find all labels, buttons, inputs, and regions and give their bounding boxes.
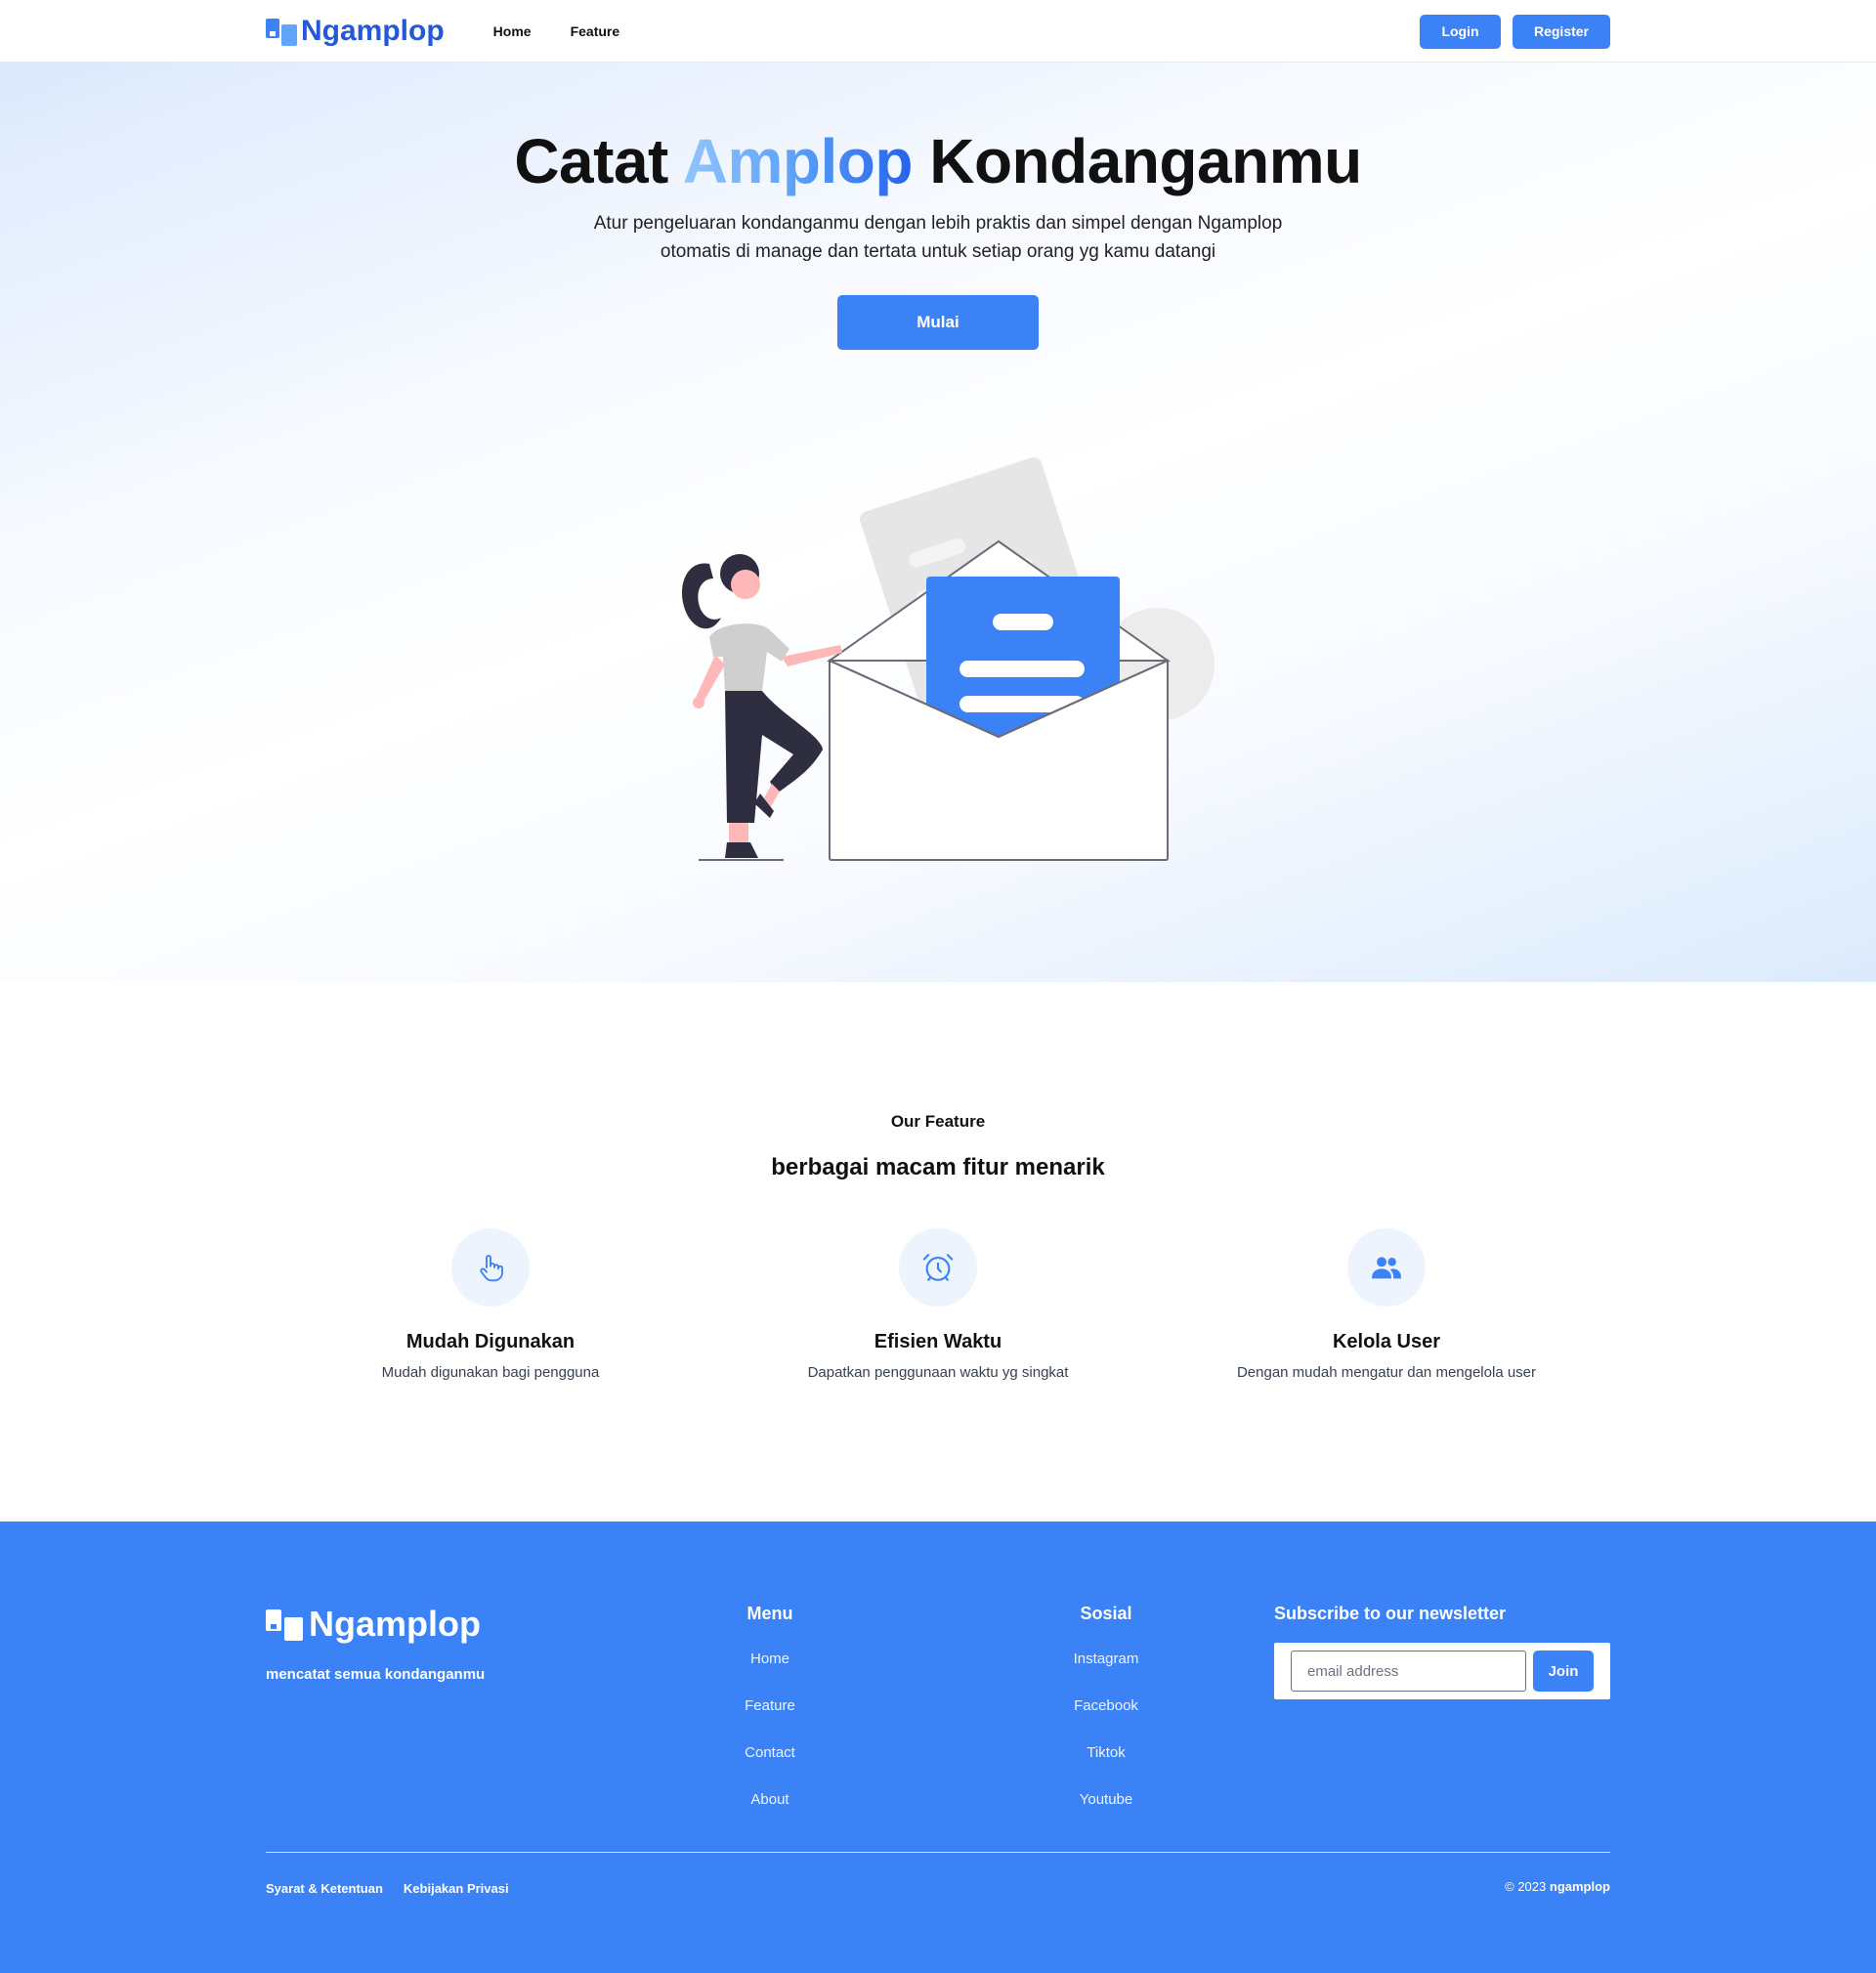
navbar-inner: Ngamplop Home Feature Login Register [266,0,1610,63]
mulai-button[interactable]: Mulai [837,295,1039,350]
hero-subtitle-line1: Atur pengeluaran kondanganmu dengan lebi… [593,213,1283,234]
footer-menu-about[interactable]: About [672,1788,868,1812]
feature-desc: Dapatkan penggunaan waktu yg singkat [807,1364,1069,1381]
users-icon [1347,1228,1426,1307]
footer-logo[interactable]: Ngamplop [266,1604,481,1645]
newsletter-join-button[interactable]: Join [1533,1651,1594,1692]
feature-card-kelola: Kelola User Dengan mudah mengatur dan me… [1181,1228,1592,1381]
newsletter-title: Subscribe to our newsletter [1274,1604,1507,1623]
pointer-hand-icon [451,1228,530,1307]
feature-card-mudah: Mudah Digunakan Mudah digunakan bagi pen… [285,1228,696,1381]
footer-legal-links: Syarat & Ketentuan Kebijakan Privasi [266,1881,509,1896]
features-title: berbagai macam fitur menarik [771,1154,1105,1180]
footer-social-instagram[interactable]: Instagram [1008,1648,1204,1671]
footer-menu-home[interactable]: Home [672,1648,868,1671]
newsletter-email-input[interactable] [1291,1651,1526,1692]
brand-name: Ngamplop [301,15,445,47]
hero-subtitle: Atur pengeluaran kondanganmu dengan lebi… [0,209,1876,266]
footer-menu-feature[interactable]: Feature [672,1694,868,1718]
footer-divider [266,1852,1610,1853]
login-button[interactable]: Login [1420,14,1501,49]
footer-menu-title: Menu [746,1604,793,1623]
nav-link-feature[interactable]: Feature [571,23,620,39]
terms-link[interactable]: Syarat & Ketentuan [266,1881,383,1896]
footer-social-tiktok[interactable]: Tiktok [1008,1741,1204,1765]
copyright-name: ngamplop [1549,1879,1610,1894]
features-kicker: Our Feature [890,1112,986,1131]
footer-social-facebook[interactable]: Facebook [1008,1694,1204,1718]
hero-title-part1: Catat [514,126,668,196]
footer-social-title: Sosial [1080,1604,1132,1623]
footer-menu-column: Menu Home Feature Contact About [672,1604,868,1835]
footer-menu-contact[interactable]: Contact [672,1741,868,1765]
nav-links: Home Feature [493,23,619,39]
logo-icon [266,17,299,46]
nav-actions: Login Register [1420,14,1610,49]
feature-title: Kelola User [1332,1331,1441,1352]
brand-logo[interactable]: Ngamplop [266,15,445,48]
footer-copyright: © 2023 ngamplop [1505,1879,1610,1894]
feature-title: Efisien Waktu [874,1331,1002,1352]
footer-social-youtube[interactable]: Youtube [1008,1788,1204,1812]
features-section: Our Feature berbagai macam fitur menarik… [0,982,1876,1522]
hero-title-part2: Kondanganmu [929,126,1362,196]
hero-subtitle-line2: otomatis di manage dan tertata untuk set… [660,241,1216,262]
feature-card-efisien: Efisien Waktu Dapatkan penggunaan waktu … [733,1228,1143,1381]
privacy-link[interactable]: Kebijakan Privasi [404,1881,509,1896]
feature-desc: Dengan mudah mengatur dan mengelola user [1236,1364,1537,1381]
top-navbar: Ngamplop Home Feature Login Register [0,0,1876,63]
footer-brand-name: Ngamplop [309,1604,481,1644]
register-button[interactable]: Register [1513,14,1610,49]
footer-tagline: mencatat semua kondanganmu [266,1666,486,1683]
woman-with-envelope-illustration [681,456,1215,861]
footer-social-column: Sosial Instagram Facebook Tiktok Youtube [1008,1604,1204,1835]
footer-logo-icon [266,1608,305,1641]
feature-desc: Mudah digunakan bagi pengguna [381,1364,600,1381]
copyright-prefix: © 2023 [1505,1879,1547,1894]
alarm-clock-icon [899,1228,977,1307]
nav-link-home[interactable]: Home [493,23,532,39]
site-footer: Ngamplop mencatat semua kondanganmu Menu… [0,1522,1876,1973]
hero-section: Catat Amplop Kondanganmu Atur pengeluara… [0,63,1876,982]
feature-title: Mudah Digunakan [405,1331,576,1352]
hero-title-accent: Amplop [682,126,914,196]
hero-title: Catat Amplop Kondanganmu [0,125,1876,197]
newsletter-form: Join [1274,1643,1610,1699]
